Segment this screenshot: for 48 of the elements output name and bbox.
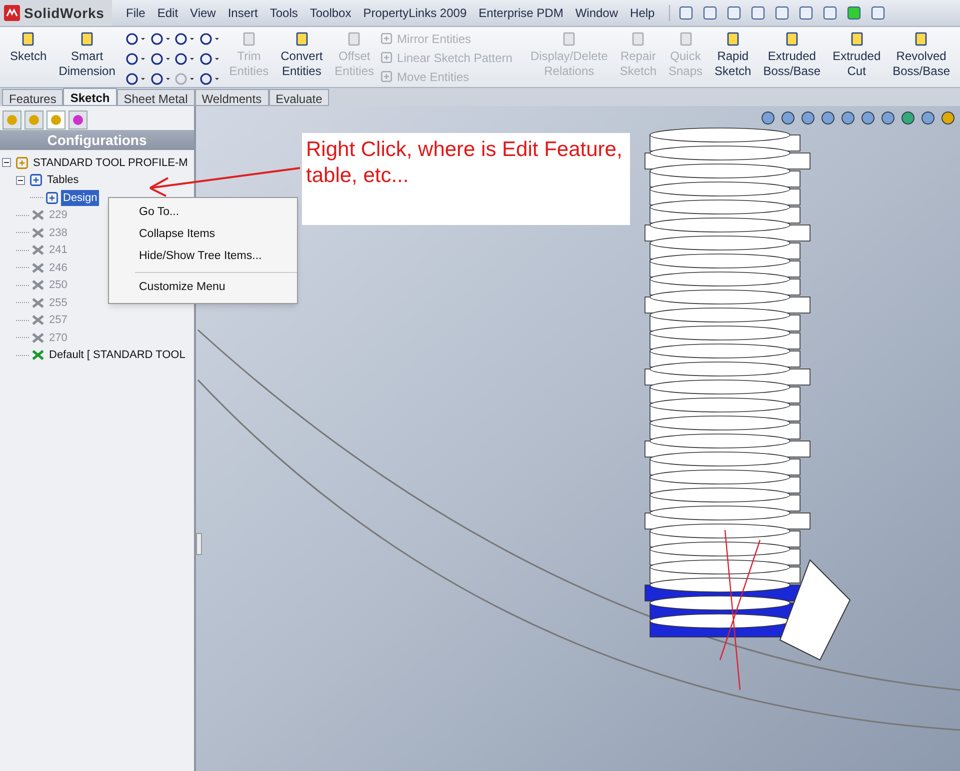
context-menu-item[interactable]: Go To... (109, 202, 297, 224)
command-tab[interactable]: Sketch (63, 88, 117, 106)
tree-item[interactable]: Default [ STANDARD TOOL (47, 347, 188, 364)
menu-item[interactable]: File (120, 4, 152, 22)
sketch-tool-icon[interactable] (150, 31, 172, 47)
command-tab[interactable]: Features (2, 89, 64, 106)
sketch-tool-icon[interactable] (198, 51, 221, 67)
menu-item[interactable]: Help (624, 4, 661, 22)
menu-item[interactable]: Enterprise PDM (472, 4, 570, 22)
menu-item[interactable]: Tools (264, 4, 304, 22)
menu-item[interactable]: View (184, 4, 222, 22)
menu-item[interactable]: Toolbox (304, 4, 358, 22)
context-menu-item[interactable]: Customize Menu (109, 277, 297, 299)
sketch-tool-icon[interactable] (198, 71, 221, 87)
sketch-tool-icon[interactable] (150, 71, 172, 87)
menu-item[interactable]: Insert (222, 4, 264, 22)
app-logo: SolidWorks (24, 4, 104, 22)
tree-item[interactable]: STANDARD TOOL PROFILE-M (31, 154, 190, 171)
collapse-toggle-icon[interactable] (2, 158, 11, 168)
sketch-tool-icon[interactable] (125, 71, 148, 87)
sketch-tool-icon[interactable] (198, 31, 221, 47)
sketch-tool-icon[interactable] (150, 51, 172, 67)
ribbon-button[interactable]: Revolved Boss/Base (886, 27, 956, 79)
annotation-callout: Right Click, where is Edit Feature, table, etc... (302, 133, 630, 225)
menu-item[interactable]: Window (569, 4, 624, 22)
ribbon-button[interactable]: Smart Dimension (52, 27, 122, 79)
sketch-tool-icon[interactable] (125, 51, 148, 67)
ribbon-button[interactable]: Convert Entities (274, 27, 329, 79)
ribbon-button[interactable]: Sketch (4, 27, 53, 64)
context-menu-item[interactable]: Collapse Items (109, 224, 297, 246)
panel-collapse-handle[interactable] (196, 533, 202, 555)
collapse-toggle-icon[interactable] (16, 176, 25, 185)
ribbon-button[interactable]: Extruded Boss/Base (757, 27, 827, 79)
tree-item[interactable]: Design (61, 190, 100, 206)
command-tab[interactable]: Evaluate (268, 89, 330, 106)
command-tab[interactable]: Sheet Metal (116, 89, 195, 106)
sketch-tool-icon[interactable] (174, 31, 196, 47)
ribbon-button[interactable]: Extruded Cut (826, 27, 887, 79)
tree-item[interactable]: Tables (45, 172, 81, 188)
menu-item[interactable]: Edit (151, 4, 184, 22)
ribbon-button[interactable]: Rapid Sketch (708, 27, 758, 79)
panel-title: Configurations (0, 130, 194, 150)
logo-icon (4, 5, 20, 21)
menu-item[interactable]: PropertyLinks 2009 (357, 4, 473, 22)
sketch-tool-icon[interactable] (174, 51, 196, 67)
command-tab[interactable]: Weldments (194, 89, 269, 106)
sketch-tool-icon[interactable] (125, 31, 148, 47)
context-menu-item[interactable]: Hide/Show Tree Items... (109, 246, 297, 268)
